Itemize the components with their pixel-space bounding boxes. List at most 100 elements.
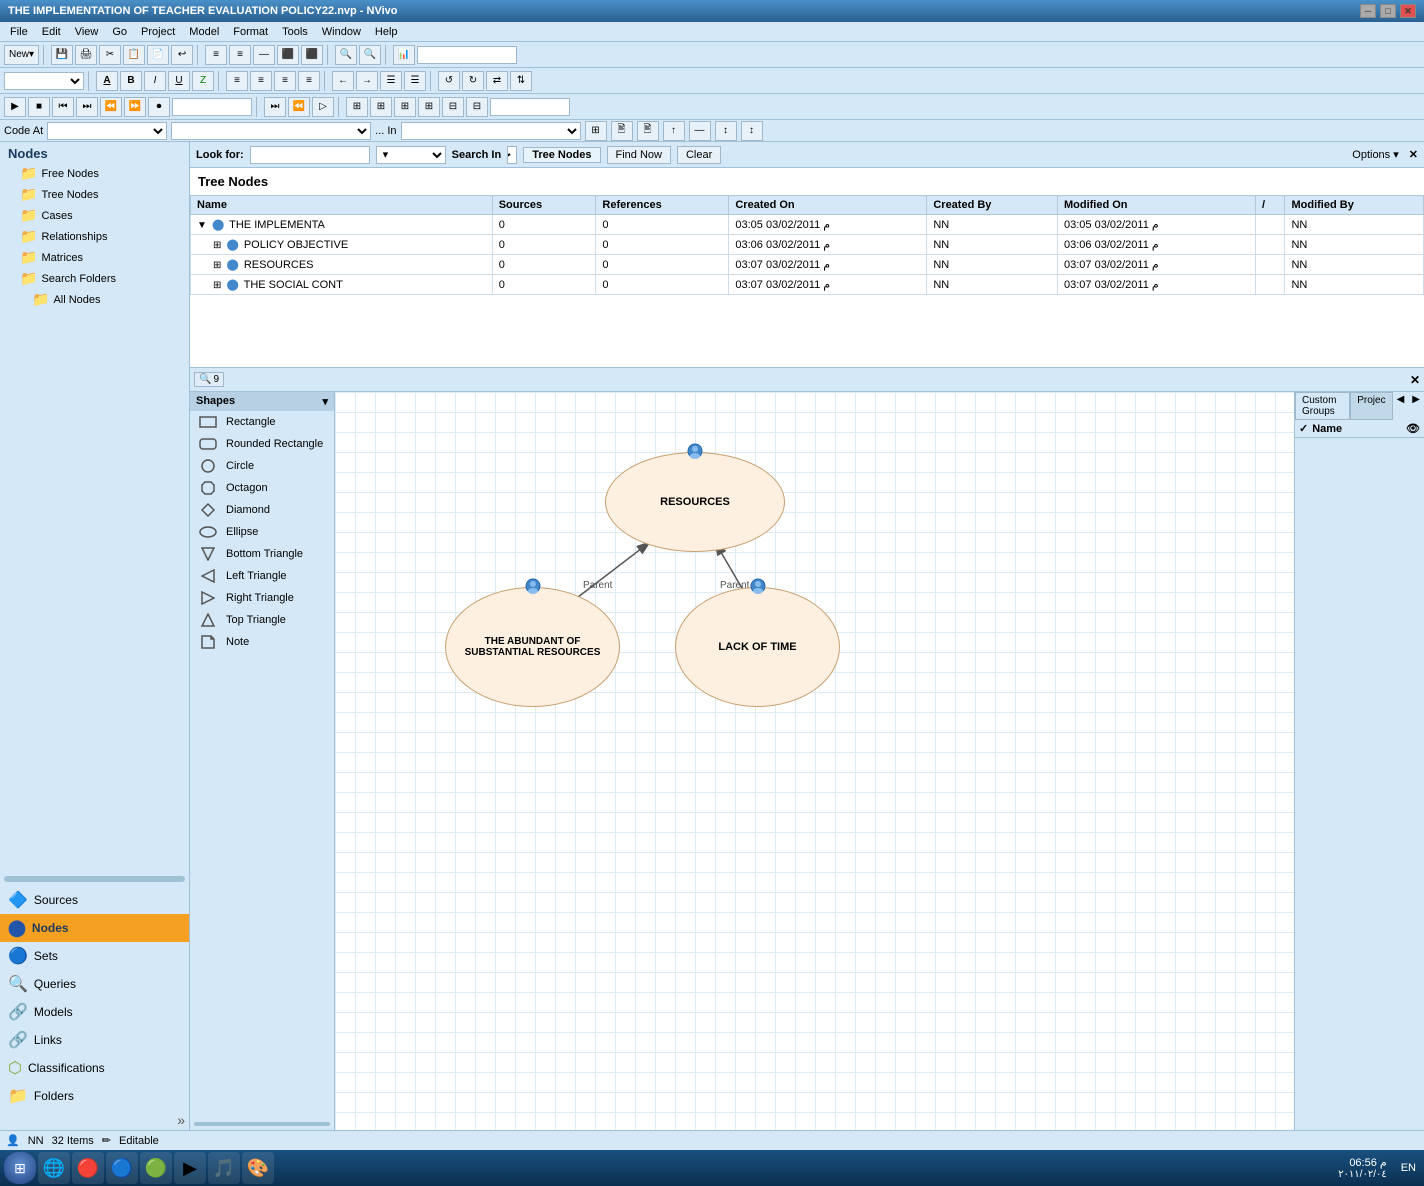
sidebar-nav-folders[interactable]: 📁 Folders	[0, 1082, 189, 1110]
ff-btn[interactable]: ⏭	[264, 97, 286, 117]
sidebar-item-relationships[interactable]: 📁 Relationships	[0, 226, 189, 247]
minimize-button[interactable]: ─	[1360, 4, 1376, 18]
tb-btn-1[interactable]: ≡	[205, 45, 227, 65]
menu-format[interactable]: Format	[227, 24, 274, 40]
sidebar-item-cases[interactable]: 📁 Cases	[0, 205, 189, 226]
style-btn-2[interactable]: ↻	[462, 71, 484, 91]
print-button[interactable]: 🖨	[75, 45, 97, 65]
indent-inc-btn[interactable]: →	[356, 71, 378, 91]
tb-btn-7[interactable]: 🔍	[359, 45, 381, 65]
bold-button[interactable]: B	[120, 71, 142, 91]
table-row[interactable]: ⊞ ⬤ POLICY OBJECTIVE 0 0 م 03/02/2011 03…	[191, 235, 1424, 255]
sidebar-nav-nodes[interactable]: ⬤ Nodes	[0, 914, 189, 942]
canvas-area[interactable]: Parent Parent RESOURCES	[335, 392, 1294, 1130]
tb-btn-5[interactable]: ⬛	[301, 45, 323, 65]
sidebar-item-search-folders[interactable]: 📁 Search Folders	[0, 268, 189, 289]
codeat-btn-4[interactable]: ↑	[663, 121, 685, 141]
close-search-button[interactable]: ✕	[1409, 148, 1418, 161]
taskbar-icon-app4[interactable]: 🟢	[140, 1152, 172, 1184]
copy-button[interactable]: 📋	[123, 45, 145, 65]
shape-item-octagon[interactable]: Octagon	[190, 477, 334, 499]
find-now-button[interactable]: Find Now	[607, 146, 671, 164]
taskbar-icon-app6[interactable]: 🎵	[208, 1152, 240, 1184]
codeat-btn-6[interactable]: ↕	[715, 121, 737, 141]
shapes-collapse-btn[interactable]: ▾	[322, 395, 328, 408]
sidebar-item-free-nodes[interactable]: 📁 Free Nodes	[0, 163, 189, 184]
taskbar-icon-chrome[interactable]: 🔴	[72, 1152, 104, 1184]
grid-btn-2[interactable]: ⊞	[370, 97, 392, 117]
align-center-btn[interactable]: ≡	[250, 71, 272, 91]
taskbar-icon-app7[interactable]: 🎨	[242, 1152, 274, 1184]
tab-right-btn[interactable]: ▶	[1408, 392, 1424, 420]
taskbar-icon-app3[interactable]: 🔵	[106, 1152, 138, 1184]
search-dropdown[interactable]: ▾	[376, 146, 446, 164]
rec-btn[interactable]: ⏺	[148, 97, 170, 117]
codeat-select3[interactable]	[401, 122, 581, 140]
node-abundant[interactable]: THE ABUNDANT OF SUBSTANTIAL RESOURCES	[445, 587, 620, 707]
codeat-btn-2[interactable]: 🖹	[611, 121, 633, 141]
sidebar-nav-queries[interactable]: 🔍 Queries	[0, 970, 189, 998]
tab-custom-groups[interactable]: Custom Groups	[1295, 392, 1350, 420]
shape-item-ellipse[interactable]: Ellipse	[190, 521, 334, 543]
close-button[interactable]: ✕	[1400, 4, 1416, 18]
tri-btn[interactable]: ▷	[312, 97, 334, 117]
color-button[interactable]: Z	[192, 71, 214, 91]
codeat-select2[interactable]	[171, 122, 371, 140]
tb-btn-2[interactable]: ≡	[229, 45, 251, 65]
clear-button[interactable]: Clear	[677, 146, 721, 164]
new-button[interactable]: New ▾	[4, 45, 39, 65]
sidebar-item-tree-nodes[interactable]: 📁 Tree Nodes	[0, 184, 189, 205]
table-row[interactable]: ▼ ⬤ THE IMPLEMENTA 0 0 م 03/02/2011 03:0…	[191, 215, 1424, 235]
play-combo2[interactable]	[490, 98, 570, 116]
menu-tools[interactable]: Tools	[276, 24, 314, 40]
tab-left-btn[interactable]: ◀	[1393, 392, 1409, 420]
menu-view[interactable]: View	[69, 24, 105, 40]
codeat-btn-5[interactable]: —	[689, 121, 711, 141]
search-in-dropdown[interactable]: ▾	[507, 146, 517, 164]
shape-item-rectangle[interactable]: Rectangle	[190, 411, 334, 433]
taskbar-icon-ie[interactable]: 🌐	[38, 1152, 70, 1184]
codeat-btn-7[interactable]: ↕	[741, 121, 763, 141]
style-btn-4[interactable]: ⇅	[510, 71, 532, 91]
node-resources[interactable]: RESOURCES	[605, 452, 785, 552]
align-left-btn[interactable]: ≡	[226, 71, 248, 91]
menu-window[interactable]: Window	[316, 24, 367, 40]
shape-item-left-triangle[interactable]: Left Triangle	[190, 565, 334, 587]
next-btn[interactable]: ⏭	[76, 97, 98, 117]
shape-item-note[interactable]: Note	[190, 631, 334, 653]
italic-button[interactable]: I	[144, 71, 166, 91]
sidebar-item-matrices[interactable]: 📁 Matrices	[0, 247, 189, 268]
stop-btn[interactable]: ■	[28, 97, 50, 117]
options-button[interactable]: Options ▾	[1352, 148, 1399, 161]
prev-btn[interactable]: ⏮	[52, 97, 74, 117]
codeat-btn-3[interactable]: 🖹	[637, 121, 659, 141]
menu-edit[interactable]: Edit	[36, 24, 67, 40]
style-btn-1[interactable]: ↺	[438, 71, 460, 91]
rew-btn[interactable]: ⏪	[288, 97, 310, 117]
grid-btn-6[interactable]: ⊟	[466, 97, 488, 117]
taskbar-icon-app5[interactable]: ▶	[174, 1152, 206, 1184]
shape-item-top-triangle[interactable]: Top Triangle	[190, 609, 334, 631]
cut-button[interactable]: ✂	[99, 45, 121, 65]
shape-item-bottom-triangle[interactable]: Bottom Triangle	[190, 543, 334, 565]
codeat-btn-1[interactable]: ⊞	[585, 121, 607, 141]
sidebar-nav-models[interactable]: 🔗 Models	[0, 998, 189, 1026]
sidebar-nav-sources[interactable]: 🔷 Sources	[0, 886, 189, 914]
sidebar-item-all-nodes[interactable]: 📁 All Nodes	[0, 289, 189, 310]
style-btn-3[interactable]: ⇄	[486, 71, 508, 91]
underline-button[interactable]: U	[168, 71, 190, 91]
diagram-close-button[interactable]: ✕	[1410, 373, 1420, 387]
play-btn[interactable]: ▶	[4, 97, 26, 117]
menu-go[interactable]: Go	[106, 24, 133, 40]
tb-btn-4[interactable]: ⬛	[277, 45, 299, 65]
grid-btn-4[interactable]: ⊞	[418, 97, 440, 117]
chart-button[interactable]: 📊	[393, 45, 415, 65]
menu-file[interactable]: File	[4, 24, 34, 40]
shape-item-rounded-rect[interactable]: Rounded Rectangle	[190, 433, 334, 455]
grid-btn-3[interactable]: ⊞	[394, 97, 416, 117]
sidebar-nav-sets[interactable]: 🔵 Sets	[0, 942, 189, 970]
table-row[interactable]: ⊞ ⬤ THE SOCIAL CONT 0 0 م 03/02/2011 03:…	[191, 275, 1424, 295]
save-button[interactable]: 💾	[51, 45, 73, 65]
undo-button[interactable]: ↩	[171, 45, 193, 65]
toolbar-combo-1[interactable]	[417, 46, 517, 64]
